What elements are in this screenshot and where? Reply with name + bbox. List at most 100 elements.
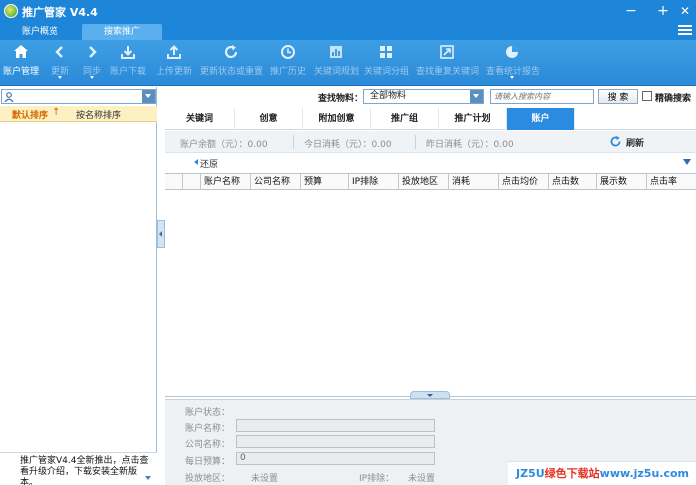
column-header[interactable]: 点击均价 <box>499 174 549 190</box>
upgrade-notice[interactable]: 推广管家V4.4全新推出，点击查看升级介绍，下载安装全新版本。 <box>0 452 157 485</box>
grid-icon <box>380 46 392 58</box>
close-button[interactable]: ✕ <box>676 2 694 20</box>
tab-ad-groups[interactable]: 推广组 <box>371 108 439 130</box>
filter-row: 查找物料： 全部物料 搜 索 精确搜索 <box>165 87 696 107</box>
clock-icon <box>281 45 295 59</box>
download-icon <box>121 46 135 59</box>
upload-update-button[interactable]: 上传更新 <box>156 44 192 84</box>
region-label: 投放地区： <box>184 474 230 484</box>
sync-button[interactable]: 同步 <box>78 44 106 84</box>
notice-scroll-down-icon[interactable] <box>145 476 151 480</box>
pie-icon <box>506 46 518 58</box>
chevron-down-icon[interactable] <box>470 90 483 103</box>
detail-panel-toggle[interactable] <box>410 391 450 399</box>
update-status-button[interactable]: 更新状态或重置 <box>200 44 263 84</box>
forward-icon <box>89 46 97 58</box>
chart-icon <box>330 46 342 58</box>
company-name-field[interactable] <box>236 435 435 448</box>
tab-search-promotion[interactable]: 搜索推广 <box>82 24 162 40</box>
report-dropdown-icon <box>510 76 514 79</box>
account-dropdown-button[interactable] <box>142 90 155 103</box>
stat-divider <box>415 135 416 149</box>
back-icon <box>55 46 63 58</box>
promotion-history-button[interactable]: 推广历史 <box>270 44 306 84</box>
account-download-button[interactable]: 账户下载 <box>110 44 146 84</box>
column-header[interactable]: 公司名称 <box>251 174 301 190</box>
column-header[interactable] <box>183 174 201 190</box>
toolbar: 账户管理 更新 同步 账户下载 上传更新 更新状态或重置 推广历史 关键词规划 … <box>0 40 696 86</box>
today-spend: 今日消耗（元）：0.00 <box>304 140 392 150</box>
main-content: 查找物料： 全部物料 搜 索 精确搜索 关键词 创意 附加创意 推广组 推广计划… <box>165 87 696 485</box>
column-header[interactable]: 消耗 <box>449 174 499 190</box>
update-button[interactable]: 更新 <box>46 44 74 84</box>
find-duplicate-keywords-button[interactable]: 查找重复关键词 <box>416 44 479 84</box>
region-value: 未设置 <box>251 474 279 484</box>
app-logo-icon <box>4 4 18 18</box>
sync-dropdown-icon <box>90 76 94 79</box>
upgrade-notice-text: 推广管家V4.4全新推出，点击查看升级介绍，下载安装全新版本。 <box>20 456 149 485</box>
restore-button[interactable]: 还原 <box>200 157 218 170</box>
column-header[interactable]: 投放地区 <box>399 174 449 190</box>
ip-exclude-value: 未设置 <box>408 474 436 484</box>
keyword-planning-button[interactable]: 关键词规划 <box>314 44 359 84</box>
title-bar: 推广管家 V4.4 − + ✕ <box>0 0 696 22</box>
site-watermark: JZ5U绿色下载站www.jz5u.com <box>508 461 696 485</box>
window-title: 推广管家 V4.4 <box>22 6 98 19</box>
view-report-button[interactable]: 查看统计报告 <box>486 44 540 84</box>
daily-budget-label: 每日预算： <box>184 457 230 467</box>
column-header[interactable]: 点击数 <box>549 174 597 190</box>
restore-icon <box>194 159 198 165</box>
find-material-label: 查找物料： <box>318 94 364 104</box>
collapse-icon[interactable] <box>683 159 691 165</box>
account-manage-button[interactable]: 账户管理 <box>2 44 40 84</box>
refresh-button[interactable]: 刷新 <box>626 136 644 149</box>
menu-icon[interactable] <box>678 25 692 37</box>
watermark-part: www.jz5u.com <box>599 467 689 480</box>
keyword-grouping-button[interactable]: 关键词分组 <box>364 44 409 84</box>
tab-campaigns[interactable]: 推广计划 <box>439 108 507 130</box>
column-header[interactable] <box>165 174 183 190</box>
tab-extra-creatives[interactable]: 附加创意 <box>303 108 371 130</box>
account-search-box <box>1 89 156 104</box>
keyword-search-input[interactable] <box>490 89 594 104</box>
sort-default-button[interactable]: 默认排序 <box>12 108 48 121</box>
expand-icon <box>440 45 454 59</box>
material-type-value: 全部物料 <box>370 91 407 101</box>
account-tree-pane: 默认排序 ↑ 按名称排序 推广管家V4.4全新推出，点击查看升级介绍，下载安装全… <box>0 87 157 485</box>
material-type-select[interactable]: 全部物料 <box>363 89 484 104</box>
ip-exclude-label: IP排除： <box>359 474 395 484</box>
watermark-part: 绿色下载站 <box>544 467 600 480</box>
material-tabs: 关键词 创意 附加创意 推广组 推广计划 账户 <box>165 107 696 130</box>
daily-budget-field[interactable]: 0 <box>236 452 435 465</box>
update-dropdown-icon <box>58 76 62 79</box>
table-header: 账户名称 公司名称 预算 IP排除 投放地区 消耗 点击均价 点击数 展示数 点… <box>165 174 696 190</box>
maximize-button[interactable]: + <box>654 2 672 20</box>
company-name-label: 公司名称： <box>184 440 230 450</box>
account-balance: 账户余额（元）：0.00 <box>180 140 268 150</box>
sort-bar: 默认排序 ↑ 按名称排序 <box>0 106 157 122</box>
account-stats-bar: 账户余额（元）：0.00 今日消耗（元）：0.00 昨日消耗（元）：0.00 刷… <box>165 131 696 153</box>
column-header[interactable]: 点击率 <box>647 174 696 190</box>
tab-account[interactable]: 账户 <box>507 108 575 130</box>
column-header[interactable]: 预算 <box>301 174 349 190</box>
status-label: 账户状态： <box>184 408 230 418</box>
search-button[interactable]: 搜 索 <box>598 89 638 104</box>
main-tab-bar: 账户概览 搜索推广 <box>0 22 696 40</box>
sort-by-name-button[interactable]: 按名称排序 <box>76 108 121 121</box>
pane-splitter-handle[interactable] <box>157 220 165 248</box>
exact-search-checkbox[interactable] <box>642 91 652 101</box>
column-header[interactable]: 账户名称 <box>201 174 251 190</box>
minimize-button[interactable]: − <box>622 2 640 20</box>
account-name-field[interactable] <box>236 419 435 432</box>
tab-account-overview[interactable]: 账户概览 <box>0 24 80 40</box>
column-header[interactable]: IP排除 <box>349 174 399 190</box>
refresh-icon <box>224 45 238 59</box>
refresh-icon[interactable] <box>609 135 622 148</box>
account-search-input[interactable] <box>16 90 140 103</box>
tab-keywords[interactable]: 关键词 <box>165 108 235 130</box>
home-icon <box>14 45 28 58</box>
restore-row: 还原 <box>165 154 696 171</box>
tab-creatives[interactable]: 创意 <box>235 108 303 130</box>
sort-up-icon: ↑ <box>52 107 61 118</box>
column-header[interactable]: 展示数 <box>597 174 647 190</box>
